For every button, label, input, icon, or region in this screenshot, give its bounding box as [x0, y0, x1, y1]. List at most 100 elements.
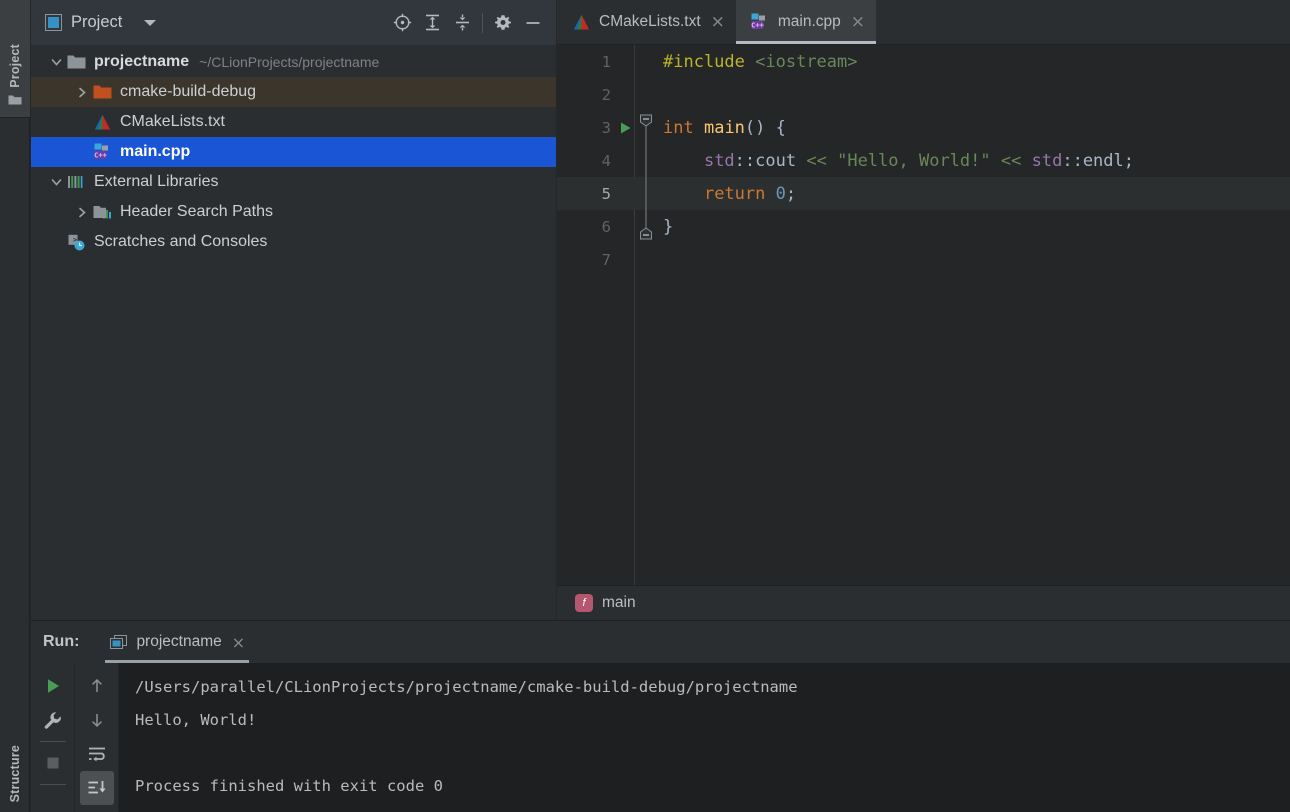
line-number: 7: [601, 250, 611, 269]
code-token: ::: [1062, 150, 1083, 171]
toolbar-separator: [39, 741, 66, 742]
run-configuration-tab[interactable]: projectname ×: [101, 621, 253, 663]
editor-tab-label: main.cpp: [777, 13, 841, 30]
tree-row[interactable]: C++ main.cpp: [31, 137, 556, 167]
chevron-right-icon[interactable]: [71, 77, 93, 107]
rerun-button[interactable]: [36, 669, 70, 703]
tree-row-label: External Libraries: [94, 173, 219, 190]
left-tool-strip: Project Structure: [0, 0, 30, 812]
code-line[interactable]: 2: [557, 78, 1290, 111]
console-output[interactable]: /Users/parallel/CLionProjects/projectnam…: [119, 663, 1290, 812]
svg-text:C++: C++: [752, 22, 765, 30]
minimize-icon[interactable]: [518, 8, 548, 38]
cpp-file-icon: C++: [750, 12, 770, 32]
line-number: 6: [601, 217, 611, 236]
stop-button[interactable]: [36, 746, 70, 780]
run-panel-body: /Users/parallel/CLionProjects/projectnam…: [31, 663, 1290, 812]
code-token: }: [663, 216, 674, 237]
editor-tab[interactable]: C++ main.cpp ×: [735, 0, 877, 44]
crosshair-icon[interactable]: [387, 8, 417, 38]
chevron-down-icon[interactable]: [144, 19, 157, 26]
project-window-icon: [45, 14, 62, 31]
close-icon[interactable]: ×: [851, 13, 865, 31]
tree-row[interactable]: CMakeLists.txt: [31, 107, 556, 137]
close-icon[interactable]: ×: [711, 13, 725, 31]
code-line[interactable]: 1 #include <iostream>: [557, 45, 1290, 78]
previous-occurrence-button[interactable]: [80, 669, 114, 703]
tree-row[interactable]: >_ Scratches and Consoles: [31, 227, 556, 257]
expand-all-icon[interactable]: [417, 8, 447, 38]
edit-configuration-button[interactable]: [36, 703, 70, 737]
tree-row-label: projectname: [94, 53, 190, 70]
console-line: Hello, World!: [135, 711, 257, 729]
collapse-all-icon[interactable]: [447, 8, 477, 38]
code-token: int: [663, 117, 694, 138]
tree-row[interactable]: projectname ~/CLionProjects/projectname: [31, 47, 556, 77]
editor-breadcrumbs[interactable]: f main: [557, 585, 1290, 620]
code-token: return: [703, 183, 766, 204]
code-text: return 0;: [657, 184, 796, 204]
gear-icon[interactable]: [488, 8, 518, 38]
line-number: 3: [601, 118, 611, 137]
editor-area: CMakeLists.txt × C++ main.cpp × 1 #include <i…: [557, 0, 1290, 620]
clion-window: Project Structure Project projectname ~/…: [0, 0, 1290, 812]
folder-icon: [8, 94, 22, 106]
editor-tab-bar: CMakeLists.txt × C++ main.cpp ×: [557, 0, 1290, 45]
run-gutter-icon[interactable]: [615, 121, 635, 135]
project-panel-header: Project: [31, 0, 556, 45]
chevron-down-icon[interactable]: [45, 167, 67, 197]
next-occurrence-button[interactable]: [80, 703, 114, 737]
folder-icon: [67, 52, 89, 72]
project-tree[interactable]: projectname ~/CLionProjects/projectname cm…: [31, 45, 556, 257]
code-line[interactable]: 7: [557, 243, 1290, 276]
code-token: <<: [806, 150, 827, 171]
editor-tab[interactable]: CMakeLists.txt ×: [557, 0, 736, 44]
tree-arrow-placeholder: [45, 227, 67, 257]
code-text: std::cout << "Hello, World!" << std::end…: [657, 151, 1134, 171]
tree-row-path: ~/CLionProjects/projectname: [199, 54, 380, 70]
soft-wrap-button[interactable]: [80, 737, 114, 771]
code-line[interactable]: 5 return 0;: [557, 177, 1290, 210]
code-line[interactable]: 6}: [557, 210, 1290, 243]
run-config-icon: [109, 633, 127, 651]
tool-button-project[interactable]: Project: [0, 0, 30, 118]
code-token: #include: [663, 51, 745, 72]
close-icon[interactable]: ×: [232, 633, 245, 652]
code-editor[interactable]: 1 #include <iostream> 2 3 int main() {4 std:…: [557, 45, 1290, 585]
tree-row[interactable]: External Libraries: [31, 167, 556, 197]
fold-marker-icon[interactable]: [635, 111, 657, 144]
code-token: ;: [785, 183, 797, 204]
editor-tab-label: CMakeLists.txt: [599, 13, 701, 30]
code-line[interactable]: 3 int main() {: [557, 111, 1290, 144]
run-console-toolbar: [75, 663, 119, 812]
tree-row[interactable]: Header Search Paths: [31, 197, 556, 227]
tree-arrow-placeholder: [71, 107, 93, 137]
run-config-name: projectname: [136, 633, 222, 650]
cmake-file-icon: [571, 12, 591, 32]
code-line[interactable]: 4 std::cout << "Hello, World!" << std::e…: [557, 144, 1290, 177]
header-paths-icon: [93, 202, 115, 222]
cpp-file-icon: C++: [93, 142, 115, 162]
fold-marker-icon[interactable]: [635, 210, 657, 243]
project-tool-window: Project projectname ~/CLionProjects/proj…: [31, 0, 556, 620]
libraries-icon: [67, 172, 89, 192]
run-panel-header: Run: projectname ×: [31, 621, 1290, 663]
tree-row-label: CMakeLists.txt: [120, 113, 225, 130]
run-panel-label: Run:: [43, 633, 80, 650]
scroll-to-end-button[interactable]: [79, 771, 114, 805]
tree-row[interactable]: cmake-build-debug: [31, 77, 556, 107]
chevron-right-icon[interactable]: [71, 197, 93, 227]
toolbar-separator-2: [39, 784, 66, 785]
breadcrumb-label[interactable]: main: [602, 594, 636, 612]
code-token: ::: [734, 150, 756, 171]
toolbar-divider: [482, 12, 483, 33]
fold-guide: [635, 177, 657, 210]
tool-button-structure[interactable]: Structure: [0, 708, 30, 812]
chevron-down-icon[interactable]: [45, 47, 67, 77]
tree-row-label: Header Search Paths: [120, 203, 273, 220]
code-lines[interactable]: 1 #include <iostream> 2 3 int main() {4 std:…: [557, 45, 1290, 585]
